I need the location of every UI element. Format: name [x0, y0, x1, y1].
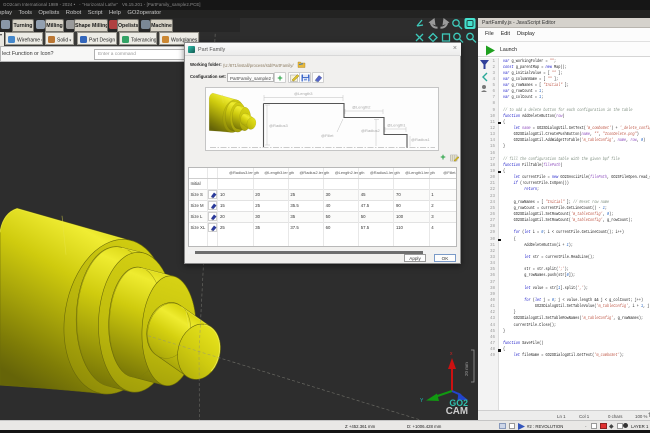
- svg-text:@Length3: @Length3: [294, 91, 313, 96]
- svg-text:@Length2: @Length2: [352, 105, 371, 110]
- svg-text:@Radius2: @Radius2: [361, 128, 381, 133]
- svg-text:@Radius3: @Radius3: [269, 123, 289, 128]
- svg-text:Y: Y: [420, 398, 424, 404]
- svg-text:@Radius1: @Radius1: [411, 137, 431, 142]
- svg-text:x: x: [450, 351, 453, 357]
- svg-text:@Fillet: @Fillet: [321, 133, 334, 138]
- svg-text:20 mm: 20 mm: [464, 361, 469, 375]
- svg-text:@Length1: @Length1: [387, 123, 406, 128]
